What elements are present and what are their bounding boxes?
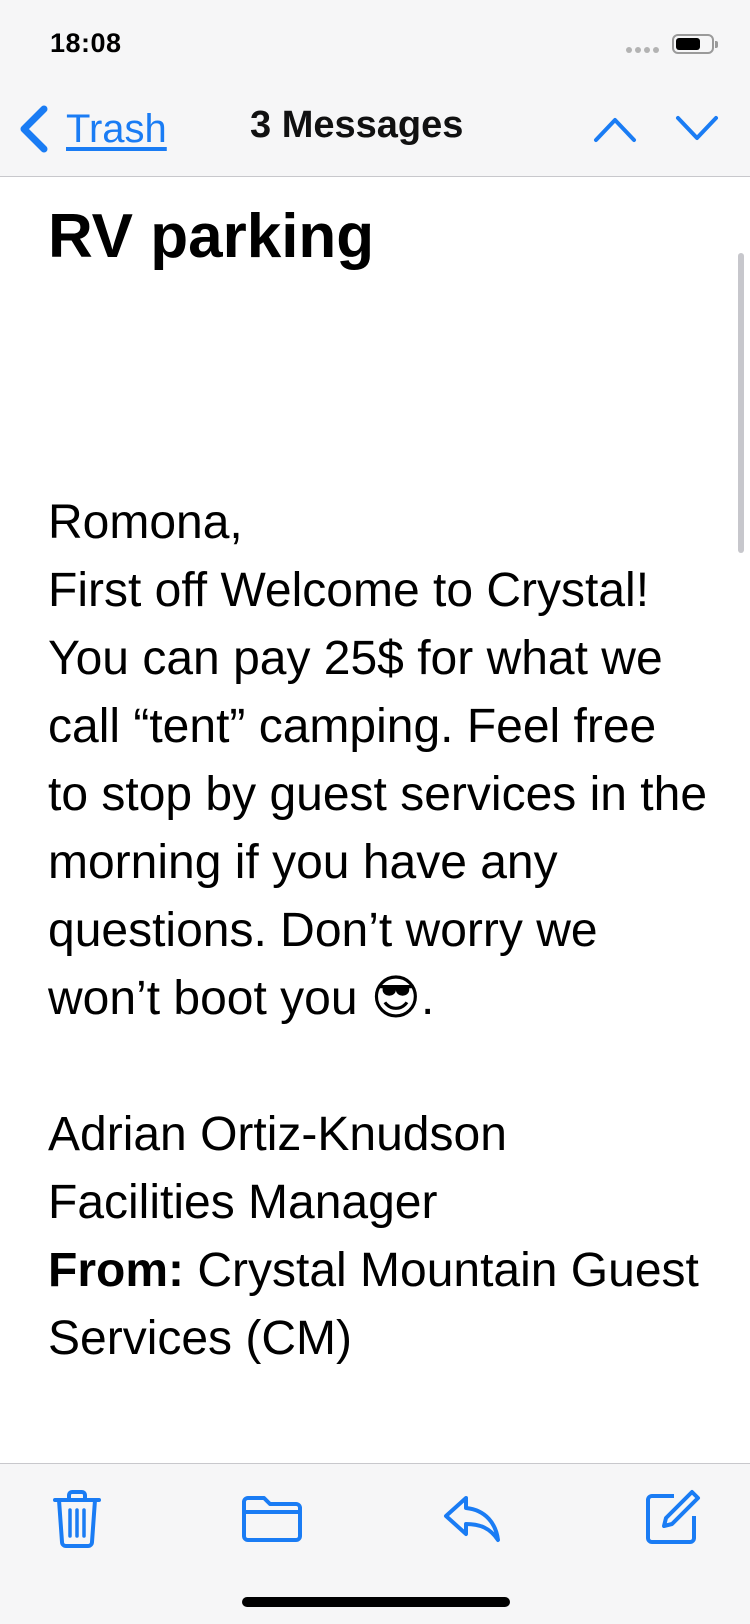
greeting: Romona, [48,496,243,549]
battery-icon [672,34,718,54]
compose-icon [646,1490,700,1544]
message-content[interactable]: RV parking Romona, First off Welcome to … [0,177,750,1463]
body-paragraph: First off Welcome to Crystal! You can pa… [48,557,708,1033]
message-body: Romona, First off Welcome to Crystal! Yo… [48,489,708,1373]
chevron-left-icon [20,105,48,153]
reply-icon [444,1496,500,1542]
signature-name: Adrian Ortiz-Knudson [48,1108,507,1161]
delete-button[interactable] [45,1486,109,1550]
trash-icon [53,1490,101,1548]
status-time: 18:08 [50,28,122,58]
message-subject: RV parking [48,202,375,271]
body-paragraph-end: . [420,972,435,1025]
from-label: From: [48,1244,184,1297]
compose-button[interactable] [640,1486,704,1550]
reply-button[interactable] [440,1486,504,1550]
from-line: From: Crystal Mountain Guest Services (C… [48,1237,708,1373]
body-paragraph-text: First off Welcome to Crystal! You can pa… [48,564,708,1025]
chevron-up-icon[interactable] [592,112,638,146]
signature-title: Facilities Manager [48,1176,438,1229]
scrollbar[interactable] [738,253,744,553]
mail-message-screen: 18:08 Trash 3 Messages RV parking Romona… [0,0,750,1624]
signal-icon [626,47,659,53]
back-button[interactable]: Trash [16,100,167,158]
folder-icon [242,1496,302,1542]
move-to-folder-button[interactable] [240,1486,304,1550]
home-indicator[interactable] [242,1597,510,1607]
sunglasses-emoji: 😎 [370,972,421,1025]
nav-title: 3 Messages [250,104,464,146]
top-bar: 18:08 Trash 3 Messages [0,0,750,177]
back-button-label: Trash [66,106,167,151]
chevron-down-icon[interactable] [674,112,720,146]
